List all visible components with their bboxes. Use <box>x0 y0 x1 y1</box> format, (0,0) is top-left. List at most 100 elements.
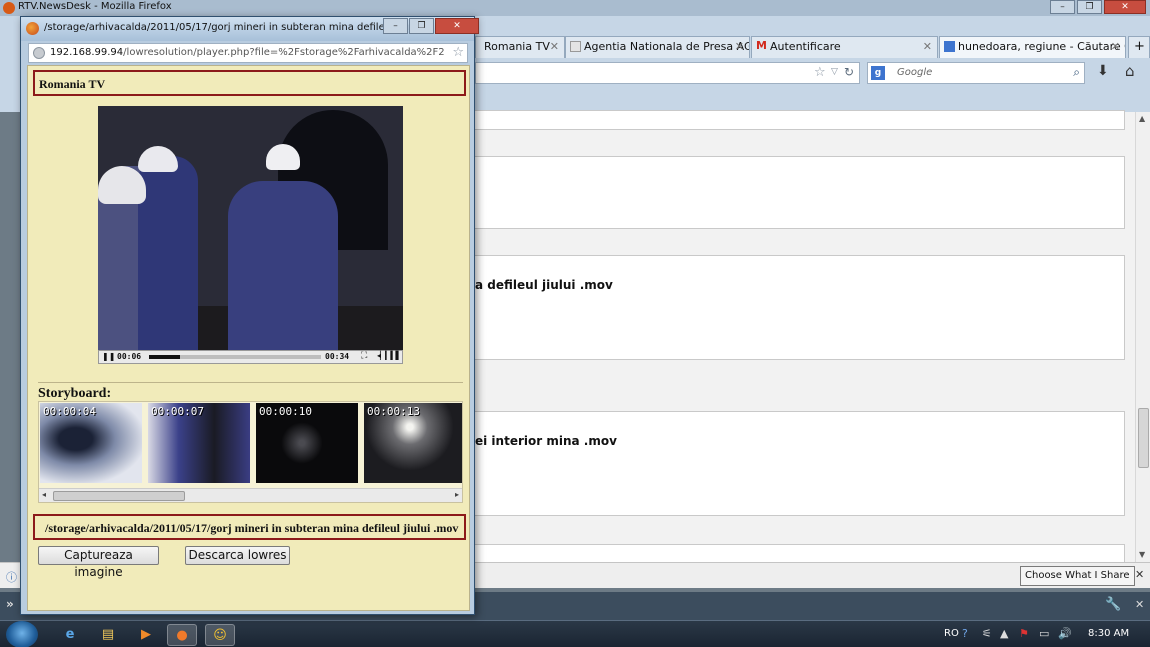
close-icon[interactable]: ✕ <box>735 40 744 53</box>
taskbar: e ▤ ▶ ● ☺ RO ? ⚟ ▲ ⚑ ▭ 🔊 8:30 AM <box>0 620 1150 647</box>
choose-what-i-share-button[interactable]: Choose What I Share <box>1020 566 1135 586</box>
storyboard-thumbnail[interactable]: 00:00:07 <box>148 403 250 483</box>
flag-icon[interactable]: ⚑ <box>1019 627 1029 640</box>
storyboard-label: Storyboard: <box>38 386 112 401</box>
current-time: 00:06 <box>117 352 142 361</box>
close-icon[interactable]: ✕ <box>1135 598 1144 611</box>
tab-agentia[interactable]: Agentia Nationala de Presa AGE... ✕ <box>565 36 750 58</box>
background-window-title: RTV.NewsDesk - Mozilla Firefox <box>18 1 172 12</box>
folder-icon[interactable]: ▤ <box>93 624 123 646</box>
close-icon[interactable]: ✕ <box>1111 40 1120 53</box>
wrench-icon[interactable]: 🔧 <box>1105 597 1121 612</box>
video-frame[interactable] <box>98 106 403 350</box>
close-button[interactable]: ✕ <box>1104 0 1146 14</box>
tab-label: hunedoara, regiune - Căutare G... <box>958 40 1126 53</box>
pause-icon[interactable]: ❚❚ <box>102 352 115 361</box>
messenger-icon[interactable]: ☺ <box>205 624 235 646</box>
volume-icon[interactable]: ◂▏▎▍▌ <box>377 351 402 360</box>
scroll-down-icon[interactable]: ▼ <box>1139 550 1145 559</box>
google-icon <box>944 41 955 52</box>
seek-bar[interactable] <box>149 355 321 359</box>
address-bar[interactable]: ☆ ▽ ↻ <box>475 62 860 84</box>
internet-explorer-icon[interactable]: e <box>55 624 85 646</box>
search-placeholder: Google <box>897 67 933 78</box>
background-page-content: a defileul jiului .mov ei interior mina … <box>475 110 1135 564</box>
new-tab-button[interactable]: + <box>1128 36 1150 58</box>
popup-window-controls: – ❐ ✕ <box>383 18 479 34</box>
storyboard-strip: 00:00:04 00:00:07 00:00:10 00:00:13 ◂ ▸ <box>38 401 463 503</box>
tab-label: Romania TV <box>484 40 550 53</box>
bookmark-star-icon[interactable]: ☆ <box>452 45 464 60</box>
volume-icon[interactable]: 🔊 <box>1058 627 1072 640</box>
list-item[interactable] <box>475 110 1125 130</box>
info-icon: ⓘ <box>6 571 17 584</box>
download-icon[interactable]: ⬇ <box>1097 63 1109 79</box>
popup-titlebar[interactable]: /storage/arhivacalda/2011/05/17/gorj min… <box>21 17 479 41</box>
url-host: 192.168.99.94 <box>50 47 124 58</box>
tab-romania-tv[interactable]: Romania TV ✕ <box>475 36 565 58</box>
search-bar[interactable]: g Google ⌕ <box>867 62 1085 84</box>
help-icon[interactable]: ? <box>962 627 968 640</box>
chevron-right-icon[interactable]: » <box>6 597 14 611</box>
language-bar-icon[interactable]: ⚟ <box>982 627 992 640</box>
history-dropdown-icon[interactable]: ▽ <box>831 67 838 77</box>
list-item[interactable]: ei interior mina .mov <box>475 411 1125 516</box>
storyboard-thumbnail[interactable]: 00:00:10 <box>256 403 358 483</box>
language-indicator[interactable]: RO <box>944 628 959 639</box>
close-icon[interactable]: ✕ <box>923 40 932 53</box>
file-path: /storage/arhivacalda/2011/05/17/gorj min… <box>33 514 466 540</box>
gmail-icon: M <box>756 39 767 52</box>
tab-label: Agentia Nationala de Presa AGE... <box>584 40 749 53</box>
maximize-button[interactable]: ❐ <box>1077 0 1102 14</box>
network-icon[interactable]: ▭ <box>1039 627 1049 640</box>
clock[interactable]: 8:30 AM <box>1088 628 1129 639</box>
storyboard-scrollbar[interactable]: ◂ ▸ <box>39 488 462 502</box>
storyboard-thumbnail[interactable]: 00:00:13 <box>364 403 462 483</box>
thumbnail-time: 00:00:04 <box>43 405 96 418</box>
storyboard-thumbnail[interactable]: 00:00:04 <box>40 403 142 483</box>
page-scrollbar[interactable]: ▲ ▼ <box>1135 112 1150 562</box>
scroll-left-icon[interactable]: ◂ <box>42 490 46 499</box>
scrollbar-thumb[interactable] <box>1138 408 1149 468</box>
tray-expand-icon[interactable]: ▲ <box>1000 627 1008 640</box>
fullscreen-icon[interactable]: ⛶ <box>361 351 367 361</box>
capture-image-button[interactable]: Captureaza imagine <box>38 546 159 579</box>
close-icon[interactable]: ✕ <box>550 40 559 53</box>
globe-icon <box>33 47 45 59</box>
media-player-icon[interactable]: ▶ <box>131 624 161 646</box>
background-window-titlebar: RTV.NewsDesk - Mozilla Firefox – ❐ ✕ <box>0 0 1150 16</box>
scrollbar-thumb[interactable] <box>53 491 185 501</box>
scroll-up-icon[interactable]: ▲ <box>1139 114 1145 123</box>
download-lowres-button[interactable]: Descarca lowres <box>185 546 290 565</box>
thumbnail-time: 00:00:07 <box>151 405 204 418</box>
player-popup-window: /storage/arhivacalda/2011/05/17/gorj min… <box>20 16 479 615</box>
list-item[interactable]: a defileul jiului .mov <box>475 255 1125 360</box>
list-item-title[interactable]: ei interior mina .mov <box>475 434 617 448</box>
tab-hunedoara[interactable]: hunedoara, regiune - Căutare G... ✕ <box>939 36 1126 58</box>
background-window-controls: – ❐ ✕ <box>1050 0 1146 14</box>
list-item[interactable] <box>475 156 1125 229</box>
home-icon[interactable]: ⌂ <box>1125 62 1135 80</box>
list-item[interactable] <box>475 544 1125 564</box>
popup-url[interactable]: 192.168.99.94/lowresolution/player.php?f… <box>50 47 445 58</box>
close-button[interactable]: ✕ <box>435 18 479 34</box>
scroll-right-icon[interactable]: ▸ <box>455 490 459 499</box>
list-item-title[interactable]: a defileul jiului .mov <box>475 278 613 292</box>
firefox-logo-icon <box>3 2 15 14</box>
minimize-button[interactable]: – <box>1050 0 1075 14</box>
close-icon[interactable]: ✕ <box>1135 568 1144 581</box>
firefox-logo-icon <box>26 22 39 35</box>
total-time: 00:34 <box>325 352 350 361</box>
popup-address-bar[interactable]: 192.168.99.94/lowresolution/player.php?f… <box>28 43 468 63</box>
start-button[interactable] <box>6 621 38 647</box>
google-engine-icon[interactable]: g <box>871 66 885 80</box>
tab-autentificare[interactable]: M Autentificare ✕ <box>751 36 938 58</box>
maximize-button[interactable]: ❐ <box>409 18 434 34</box>
minimize-button[interactable]: – <box>383 18 408 34</box>
firefox-taskbar-icon[interactable]: ● <box>167 624 197 646</box>
divider <box>38 382 463 383</box>
bookmark-star-icon[interactable]: ☆ <box>814 65 826 80</box>
search-icon[interactable]: ⌕ <box>1073 65 1080 80</box>
popup-title: /storage/arhivacalda/2011/05/17/gorj min… <box>44 22 419 33</box>
reload-icon[interactable]: ↻ <box>844 65 854 79</box>
